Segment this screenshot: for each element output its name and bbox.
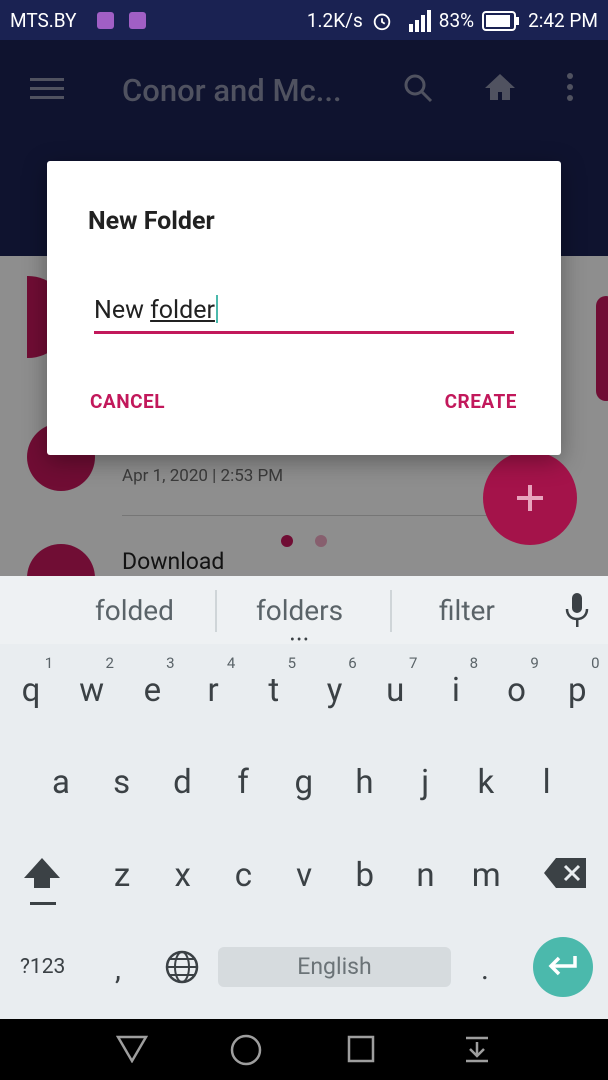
key-hint-q: 1 — [44, 654, 54, 672]
key-hint-w: 2 — [105, 654, 114, 672]
key-a[interactable]: a — [36, 763, 86, 802]
enter-button[interactable] — [533, 937, 593, 997]
add-button[interactable] — [483, 451, 577, 545]
suggestion-2[interactable]: folders — [256, 594, 343, 627]
text-cursor — [215, 295, 218, 323]
suggestion-3[interactable]: filter — [439, 594, 495, 627]
key-hint-t: 5 — [287, 654, 297, 672]
plus-icon — [517, 485, 543, 511]
key-d[interactable]: d — [157, 763, 207, 802]
status-bar: MTS.BY 1.2K/s 83% 2:42 PM — [0, 0, 608, 40]
shift-icon[interactable] — [22, 856, 62, 908]
back-icon[interactable] — [116, 1035, 148, 1063]
new-folder-dialog: New Folder New folder CANCEL CREATE — [47, 161, 561, 455]
input-text-word: folder — [150, 296, 215, 325]
microphone-icon[interactable] — [564, 593, 590, 629]
key-g[interactable]: g — [279, 763, 329, 802]
key-u[interactable]: u — [370, 671, 420, 710]
gallery-icon — [129, 12, 146, 29]
key-s[interactable]: s — [97, 763, 147, 802]
navigation-bar — [0, 1019, 608, 1080]
key-v[interactable]: v — [279, 856, 329, 895]
backspace-icon[interactable] — [544, 858, 586, 888]
message-icon — [97, 12, 114, 29]
battery-percent: 83% — [438, 9, 475, 32]
status-right: 1.2K/s 83% 2:42 PM — [307, 9, 598, 32]
soft-keyboard: folded folders ••• filter ?123 , English… — [0, 576, 608, 1019]
network-speed: 1.2K/s — [306, 9, 363, 32]
key-x[interactable]: x — [158, 856, 208, 895]
key-k[interactable]: k — [461, 763, 511, 802]
key-e[interactable]: e — [127, 671, 177, 710]
more-suggestions-icon[interactable]: ••• — [290, 632, 310, 648]
space-bar[interactable]: English — [218, 947, 451, 987]
key-hint-r: 4 — [226, 654, 236, 672]
suggestion-strip: folded folders ••• filter — [0, 576, 608, 648]
enter-icon — [548, 956, 577, 976]
key-i[interactable]: i — [431, 671, 481, 710]
key-hint-y: 6 — [348, 654, 357, 672]
create-button[interactable]: CREATE — [445, 390, 517, 413]
key-q[interactable]: q — [6, 671, 56, 710]
key-t[interactable]: t — [249, 671, 299, 710]
globe-icon[interactable] — [164, 949, 200, 985]
key-w[interactable]: w — [67, 671, 117, 710]
battery-icon — [482, 10, 520, 31]
dialog-title: New Folder — [88, 207, 215, 236]
key-hint-o: 9 — [530, 654, 539, 672]
key-z[interactable]: z — [97, 856, 147, 895]
key-r[interactable]: r — [188, 671, 238, 710]
suggestion-divider — [215, 590, 217, 632]
key-n[interactable]: n — [401, 856, 451, 895]
key-hint-u: 7 — [408, 654, 418, 672]
period-key[interactable]: . — [481, 952, 489, 987]
input-text-prefix: New — [94, 296, 151, 325]
cancel-button[interactable]: CANCEL — [90, 390, 165, 413]
key-c[interactable]: c — [218, 856, 268, 895]
symbols-key[interactable]: ?123 — [20, 955, 65, 979]
home-nav-icon[interactable] — [230, 1034, 262, 1066]
key-m[interactable]: m — [461, 856, 511, 895]
suggestion-divider — [390, 590, 392, 632]
folder-name-input[interactable]: New folder — [94, 295, 218, 325]
key-p[interactable]: p — [552, 671, 602, 710]
comma-key[interactable]: , — [115, 952, 121, 987]
recents-icon[interactable] — [347, 1035, 375, 1063]
key-hint-e: 3 — [166, 654, 175, 672]
key-b[interactable]: b — [340, 856, 390, 895]
input-underline — [94, 331, 514, 334]
clock: 2:42 PM — [528, 9, 598, 32]
key-f[interactable]: f — [218, 763, 268, 802]
key-h[interactable]: h — [340, 763, 390, 802]
key-l[interactable]: l — [522, 763, 572, 802]
notification-pull-icon[interactable] — [464, 1035, 490, 1063]
alarm-icon — [373, 13, 391, 30]
suggestion-1[interactable]: folded — [95, 594, 174, 627]
key-j[interactable]: j — [400, 763, 450, 802]
key-hint-p: 0 — [591, 654, 600, 672]
key-hint-i: 8 — [469, 654, 479, 672]
signal-icon — [408, 9, 431, 32]
carrier-label: MTS.BY — [10, 9, 77, 32]
key-o[interactable]: o — [492, 671, 542, 710]
key-y[interactable]: y — [310, 671, 360, 710]
